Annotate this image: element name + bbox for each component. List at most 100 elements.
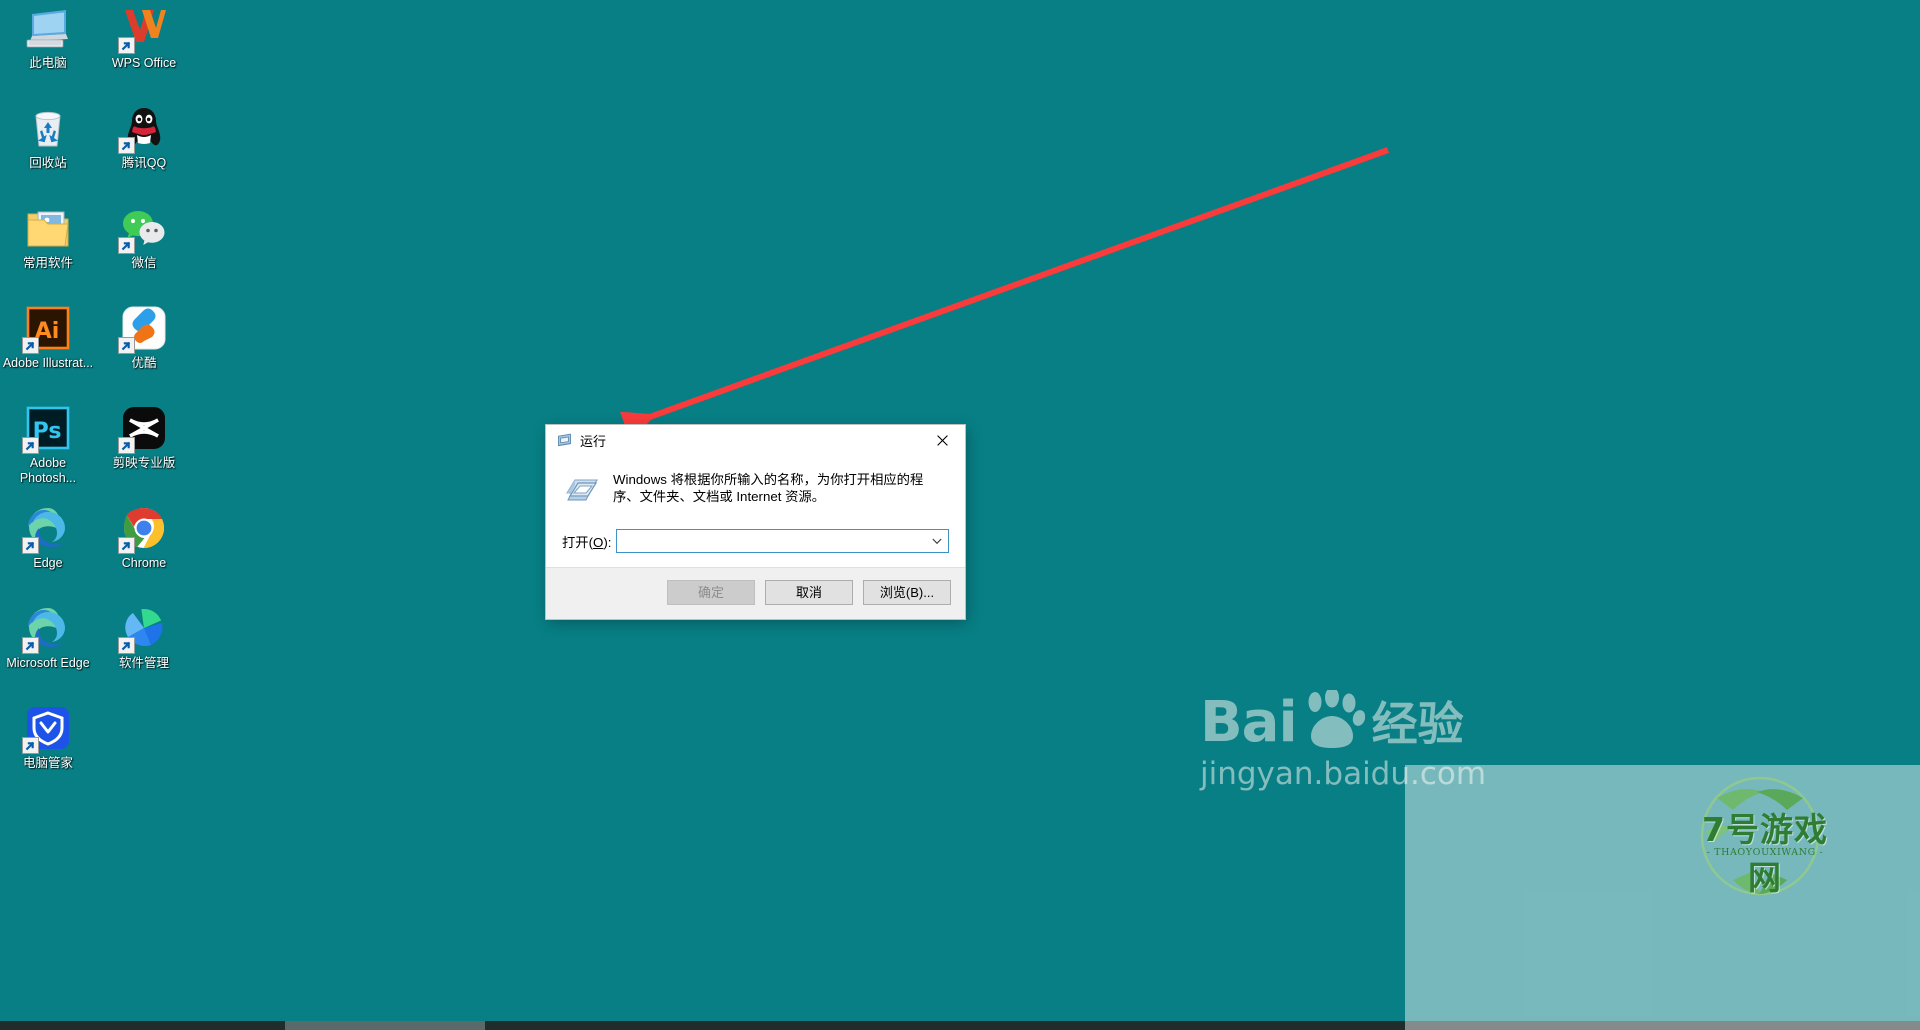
desktop-icon-label: Microsoft Edge — [6, 656, 90, 670]
desktop-icon-software-manager[interactable]: 软件管理 — [96, 600, 192, 700]
shortcut-arrow-icon — [118, 237, 135, 254]
shortcut-arrow-icon — [22, 337, 39, 354]
desktop-icon-recycle-bin[interactable]: 回收站 — [0, 100, 96, 200]
cancel-button[interactable]: 取消 — [765, 580, 853, 605]
desktop-icon-label: 剪映专业版 — [112, 456, 176, 470]
desktop-icon-label: 优酷 — [131, 356, 157, 370]
desktop-icon-youku[interactable]: 优酷 — [96, 300, 192, 400]
desktop-icon-label: Adobe Photosh... — [19, 456, 77, 485]
desktop-icon-label: 电脑管家 — [22, 756, 73, 770]
shortcut-arrow-icon — [118, 337, 135, 354]
chrome-icon — [118, 504, 168, 554]
baidu-url-text: jingyan.baidu.com — [1200, 756, 1487, 792]
open-field-label: 打开(O): — [562, 534, 612, 550]
dialog-titlebar[interactable]: 运行 — [546, 425, 965, 455]
shortcut-arrow-icon — [22, 537, 39, 554]
site-watermark-name: 7号游戏网 — [1702, 810, 1828, 897]
baidu-logo-row: Bai 经验 — [1200, 690, 1500, 755]
desktop-icon-wps-office[interactable]: WPS Office — [96, 0, 192, 100]
shortcut-arrow-icon — [22, 437, 39, 454]
shortcut-arrow-icon — [118, 437, 135, 454]
desktop-icon-jianying[interactable]: 剪映专业版 — [96, 400, 192, 500]
desktop-icon-adobe-illustrator[interactable]: Ai Adobe Illustrat... — [0, 300, 96, 400]
open-input[interactable] — [617, 530, 926, 552]
pc-manager-icon — [22, 704, 72, 754]
close-button[interactable] — [920, 425, 965, 455]
desktop-icon-label: Edge — [33, 556, 63, 570]
baidu-brand-text: Bai — [1200, 690, 1298, 755]
ok-button[interactable]: 确定 — [667, 580, 755, 605]
site-watermark-pinyin: - THAOYOUXIWANG - — [1706, 847, 1824, 858]
open-field-row: 打开(O): — [562, 529, 949, 553]
icon-row: Edge Chrome — [0, 500, 200, 600]
desktop-icon-wechat[interactable]: 微信 — [96, 200, 192, 300]
desktop-icon-pc-manager[interactable]: 电脑管家 — [0, 700, 96, 800]
icon-row: 电脑管家 — [0, 700, 200, 800]
close-icon — [937, 434, 948, 446]
browse-button[interactable]: 浏览(B)... — [863, 580, 951, 605]
desktop-icon-edge[interactable]: Edge — [0, 500, 96, 600]
run-dialog[interactable]: 运行 Windows 将根据你所输入的名称，为你打开相应的程序、文件夹、文档或 … — [546, 425, 965, 619]
desktop-icon-label: 腾讯QQ — [121, 156, 167, 170]
desktop-icon-grid: 此电脑 WPS Office 回收站 腾讯QQ 常用软件 微信 Ai Adobe… — [0, 0, 200, 800]
taskbar-active-window-segment[interactable] — [285, 1021, 485, 1030]
desktop-icon-tencent-qq[interactable]: 腾讯QQ — [96, 100, 192, 200]
run-window-icon — [566, 479, 598, 501]
icon-row: Microsoft Edge 软件管理 — [0, 600, 200, 700]
dialog-description: Windows 将根据你所输入的名称，为你打开相应的程序、文件夹、文档或 Int… — [613, 472, 924, 504]
taskbar-watermark-tint — [1405, 1021, 1920, 1030]
taskbar[interactable] — [0, 1021, 1920, 1030]
jianying-icon — [118, 404, 168, 454]
chevron-down-icon — [932, 538, 942, 544]
icon-row: Ai Adobe Illustrat... 优酷 — [0, 300, 200, 400]
tencent-qq-icon — [118, 104, 168, 154]
edge-icon — [22, 504, 72, 554]
desktop-icon-label: 常用软件 — [22, 256, 73, 270]
folder-icon — [24, 204, 72, 252]
icon-row: 回收站 腾讯QQ — [0, 100, 200, 200]
desktop-icon-this-pc[interactable]: 此电脑 — [0, 0, 96, 100]
desktop-icon-microsoft-edge[interactable]: Microsoft Edge — [0, 600, 96, 700]
desktop-icon-label: 此电脑 — [29, 56, 67, 70]
this-pc-icon — [24, 4, 72, 52]
adobe-photoshop-icon: Ps — [22, 404, 72, 454]
baidu-jingyan-watermark: Bai 经验 jingyan.baidu.com — [1200, 690, 1500, 792]
dialog-footer: 确定 取消 浏览(B)... — [546, 567, 965, 619]
shortcut-arrow-icon — [118, 37, 135, 54]
open-dropdown-button[interactable] — [926, 530, 948, 552]
shortcut-arrow-icon — [22, 737, 39, 754]
run-window-icon — [558, 433, 571, 446]
wechat-icon — [118, 204, 168, 254]
shortcut-arrow-icon — [22, 637, 39, 654]
dialog-description-row: Windows 将根据你所输入的名称，为你打开相应的程序、文件夹、文档或 Int… — [562, 471, 949, 507]
desktop-icon-label: Chrome — [121, 556, 167, 570]
desktop-icon-label: 微信 — [131, 256, 157, 270]
software-manager-icon — [118, 604, 168, 654]
icon-row: Ps Adobe Photosh... 剪映专业版 — [0, 400, 200, 500]
dialog-title: 运行 — [580, 433, 607, 449]
site-watermark: 7号游戏网 - THAOYOUXIWANG - — [1405, 765, 1920, 1030]
desktop[interactable]: 此电脑 WPS Office 回收站 腾讯QQ 常用软件 微信 Ai Adobe… — [0, 0, 1920, 1030]
recycle-bin-icon — [24, 104, 72, 152]
desktop-icon-common-software[interactable]: 常用软件 — [0, 200, 96, 300]
shortcut-arrow-icon — [118, 537, 135, 554]
desktop-icon-chrome[interactable]: Chrome — [96, 500, 192, 600]
desktop-icon-adobe-photoshop[interactable]: Ps Adobe Photosh... — [0, 400, 96, 500]
youku-icon — [118, 304, 168, 354]
open-combobox[interactable] — [616, 529, 949, 553]
edge-icon — [22, 604, 72, 654]
desktop-icon-label: 软件管理 — [118, 656, 169, 670]
shortcut-arrow-icon — [118, 637, 135, 654]
desktop-icon-label: WPS Office — [111, 56, 177, 70]
baidu-suffix-text: 经验 — [1371, 697, 1464, 751]
adobe-illustrator-icon: Ai — [22, 304, 72, 354]
icon-row: 此电脑 WPS Office — [0, 0, 200, 100]
icon-row: 常用软件 微信 — [0, 200, 200, 300]
dialog-body: Windows 将根据你所输入的名称，为你打开相应的程序、文件夹、文档或 Int… — [546, 455, 965, 567]
shortcut-arrow-icon — [118, 137, 135, 154]
desktop-icon-label: 回收站 — [29, 156, 67, 170]
desktop-icon-label: Adobe Illustrat... — [2, 356, 94, 370]
wps-office-icon — [118, 4, 168, 54]
baidu-paw-icon — [1308, 690, 1365, 748]
leaf-circle-icon — [1700, 776, 1820, 896]
